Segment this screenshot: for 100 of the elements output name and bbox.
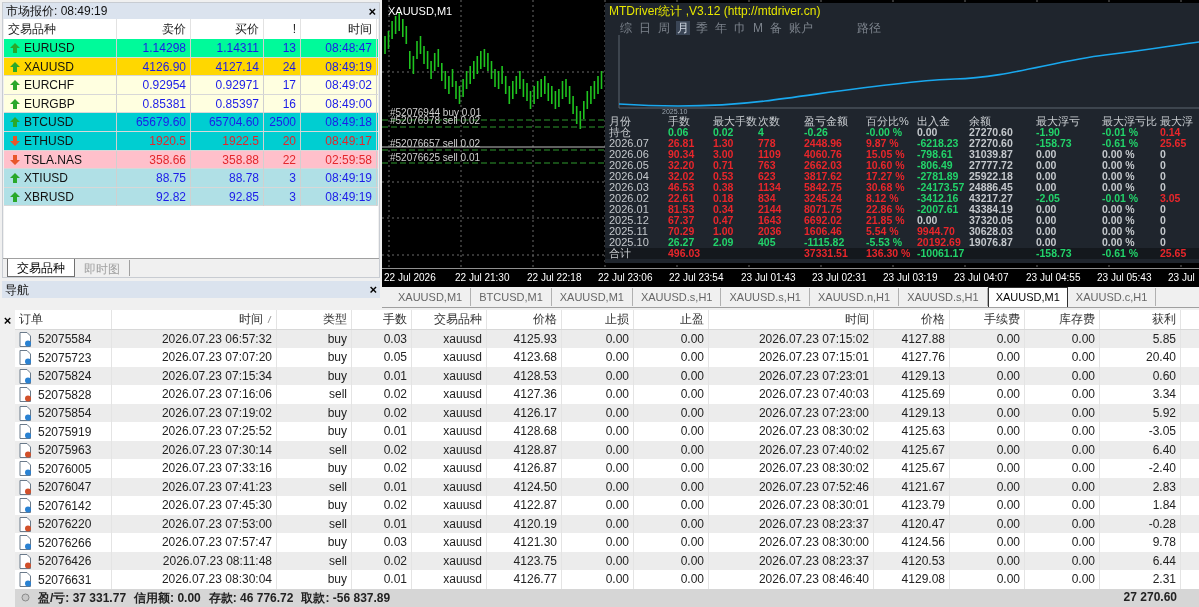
order-line[interactable] (382, 119, 606, 121)
chart-tab[interactable]: XAUUSD,M1 (987, 287, 1068, 307)
menu-tab[interactable]: 巾 (733, 20, 747, 35)
chart-tab[interactable]: XAUUSD.s,H1 (632, 288, 722, 306)
stat-value: 0.00 (1036, 204, 1058, 215)
stat-value: 22.86 % (866, 204, 906, 215)
column-header[interactable]: 获利 (1152, 310, 1176, 329)
symbol-name: XBRUSD (24, 188, 74, 206)
stat-value: -0.01 % (1102, 127, 1139, 138)
table-cell: 4125.67 (874, 459, 950, 478)
stat-value: 27777.72 (969, 160, 1014, 171)
quote-cell: 4127.14 (191, 57, 264, 76)
close-button[interactable]: × (368, 4, 376, 18)
table-cell: xauusd (412, 533, 487, 552)
quote-cell: 08:49:17 (301, 131, 377, 150)
stat-value: 0.00 (917, 215, 939, 226)
column-header: 次数 (758, 115, 781, 127)
column-header[interactable]: 类型 (323, 310, 347, 329)
row-label: 2025.10 (609, 237, 650, 248)
column-header[interactable]: 时间 (845, 310, 869, 329)
column-header: 最大手数 (713, 115, 758, 127)
stat-value: 0.00 (1036, 215, 1058, 226)
column-header[interactable]: 止盈 (680, 310, 704, 329)
row-label: 2025.12 (609, 215, 650, 226)
column-header[interactable]: 交易品种 (434, 310, 482, 329)
axis-label: 22 Jul 22:18 (527, 272, 582, 284)
table-cell: xauusd (412, 459, 487, 478)
total-profit: 27 270.60 (1122, 588, 1178, 606)
stat-value: 623 (758, 171, 777, 182)
stat-value: 31039.87 (969, 149, 1014, 160)
axis-label: 23 Jul (1168, 272, 1195, 284)
stat-value: 778 (758, 138, 777, 149)
table-cell: 4126.87 (487, 459, 562, 478)
stat-value: 3245.24 (804, 193, 843, 204)
table-cell: buy (277, 496, 352, 515)
menu-tab[interactable]: 季 (695, 20, 709, 35)
column-header[interactable]: 库存费 (1059, 310, 1095, 329)
stat-value: 6692.02 (804, 215, 843, 226)
panel-tab[interactable]: 交易品种 (7, 259, 75, 277)
stat-value: 0.06 (668, 127, 689, 138)
chart-tab[interactable]: XAUUSD.s,H1 (899, 288, 988, 306)
column-header: 月份 (609, 115, 632, 127)
quote-row[interactable]: XTIUSD 88.75 88.78 3 08:49:19 (4, 169, 378, 188)
chart-tab[interactable]: XAUUSD.c,H1 (1067, 288, 1157, 306)
chart-title: XAUUSD,M1 (388, 4, 453, 19)
quote-cell: 0.92954 (117, 76, 191, 95)
quote-row[interactable]: EURUSD 1.14298 1.14311 13 08:48:47 (4, 39, 378, 58)
table-cell: 0.00 (1025, 348, 1100, 367)
column-header[interactable]: 价格 (921, 310, 945, 329)
menu-tab[interactable]: 备 (769, 20, 783, 35)
chart-tab[interactable]: XAUUSD,M1 (551, 288, 633, 306)
stat-value: 43384.19 (969, 204, 1014, 215)
stat-value: 0.00 % (1102, 171, 1136, 182)
stat-value: 0.00 % (1102, 215, 1136, 226)
table-cell: xauusd (412, 496, 487, 515)
table-cell: 4123.68 (487, 348, 562, 367)
stat-value: -158.73 (1036, 248, 1073, 259)
menu-tab[interactable]: 年 (714, 20, 728, 35)
chart-tab[interactable]: XAUUSD,M1 (390, 288, 472, 306)
chart-tab[interactable]: BTCUSD,M1 (471, 288, 552, 306)
menu-button[interactable]: 路径 (857, 20, 881, 35)
column-header[interactable]: 手续费 (984, 310, 1020, 329)
stat-value: 0 (1160, 204, 1167, 215)
column-header[interactable]: 价格 (533, 310, 557, 329)
table-cell: 2026.07.23 07:33:16 (112, 459, 277, 478)
row-label: 合计 (609, 248, 632, 259)
stat-value: 0.71 (713, 160, 735, 171)
order-number: 52075584 (38, 331, 92, 349)
column-header: 手数 (668, 115, 691, 127)
table-cell: 0.01 (352, 422, 412, 441)
stat-value: 25.65 (1160, 248, 1188, 259)
table-cell: 2.31 (1100, 570, 1181, 589)
quote-cell: 17 (264, 76, 301, 95)
stat-value: 22.61 (668, 193, 696, 204)
chart-tab[interactable]: XAUUSD.n,H1 (810, 288, 900, 306)
stat-value: -158.73 (1036, 138, 1073, 149)
menu-tab[interactable]: M (752, 20, 764, 35)
chart-tab[interactable]: XAUUSD.s,H1 (721, 288, 810, 306)
column-header[interactable]: 手数 (383, 310, 407, 329)
menu-tab[interactable]: 账户 (788, 20, 814, 35)
column-header[interactable]: 止损 (605, 310, 629, 329)
quote-row[interactable]: BTCUSD 65679.60 65704.60 2500 08:49:18 (4, 113, 378, 132)
close-button[interactable]: × (369, 283, 377, 296)
quote-row[interactable]: EURCHF 0.92954 0.92971 17 08:49:02 (4, 76, 378, 95)
quote-cell: 88.78 (191, 169, 264, 188)
quote-cell: 08:49:19 (301, 169, 377, 188)
column-header[interactable]: 时间 (239, 310, 263, 329)
table-cell: buy (277, 348, 352, 367)
menu-tab[interactable]: 月 (676, 20, 690, 35)
stat-value: 0 (1160, 149, 1167, 160)
menu-tab[interactable]: 日 (638, 20, 652, 35)
menu-tab[interactable]: 综 (619, 20, 633, 35)
column-header[interactable]: 订单 (19, 310, 43, 329)
stat-value: 0.00 (1036, 226, 1058, 237)
order-number: 52075723 (38, 349, 92, 367)
table-cell: 4122.87 (487, 496, 562, 515)
menu-tab[interactable]: 周 (657, 20, 671, 35)
stat-value: 26.81 (668, 138, 696, 149)
table-cell: 0.00 (562, 348, 634, 367)
close-button[interactable]: × (3, 313, 12, 327)
